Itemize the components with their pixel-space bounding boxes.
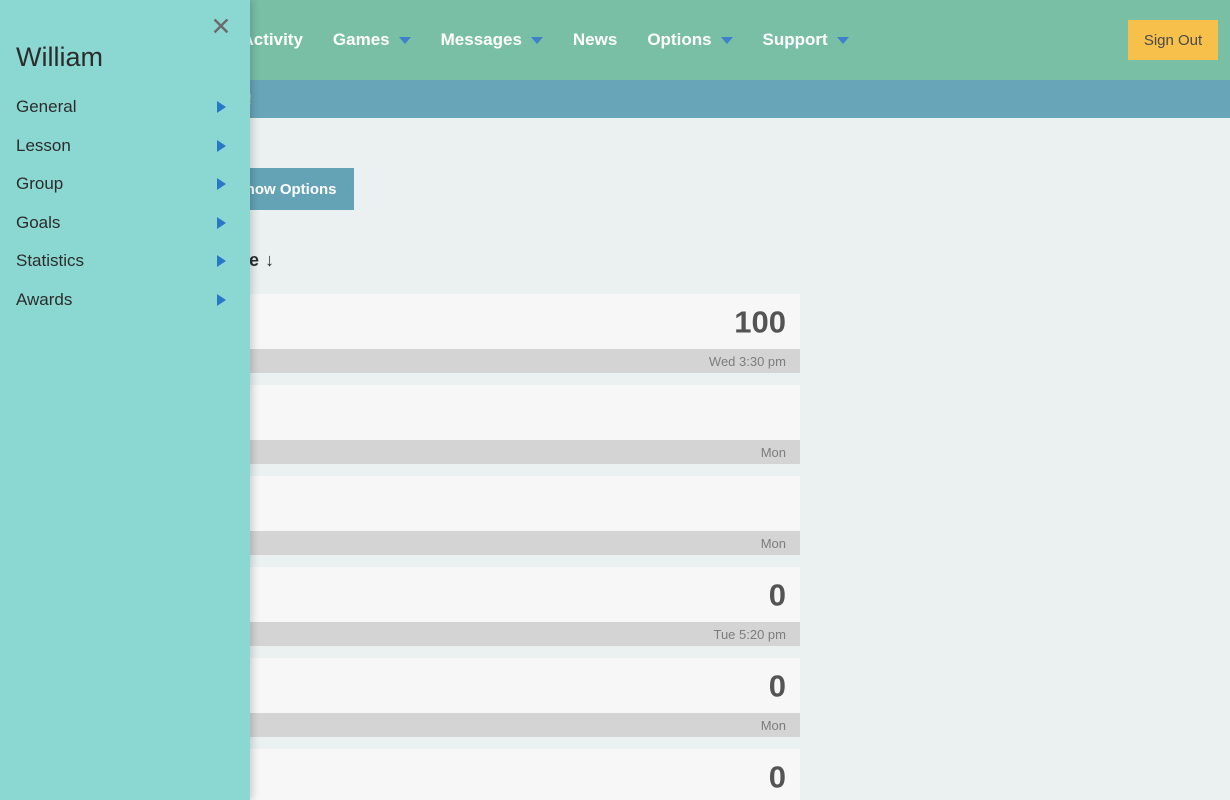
sidebar-item-label: Awards [16, 290, 72, 310]
student-score: 0 [769, 579, 786, 610]
chevron-down-icon [531, 37, 543, 44]
last-active-timestamp: Wed 3:30 pm [709, 354, 786, 369]
sidebar-item-label: Statistics [16, 251, 84, 271]
chevron-right-icon [217, 255, 226, 267]
nav-item-news[interactable]: News [558, 0, 632, 80]
nav-item-label: Activity [242, 30, 303, 50]
chevron-right-icon [217, 101, 226, 113]
last-active-timestamp: Tue 5:20 pm [713, 627, 786, 642]
show-options-label: Show Options [236, 181, 337, 198]
nav-item-support[interactable]: Support [748, 0, 864, 80]
last-active-timestamp: Mon [761, 445, 786, 460]
sidebar-item-awards[interactable]: Awards [0, 281, 250, 320]
chevron-right-icon [217, 140, 226, 152]
nav-item-options[interactable]: Options [632, 0, 747, 80]
sidebar-item-group[interactable]: Group [0, 165, 250, 204]
sidebar-item-label: Goals [16, 213, 60, 233]
student-score: 100 [734, 306, 786, 337]
sidebar-user-name: William [16, 42, 103, 73]
nav-item-label: News [573, 30, 617, 50]
close-icon[interactable]: ✕ [208, 14, 234, 40]
nav-item-label: Options [647, 30, 711, 50]
chevron-right-icon [217, 294, 226, 306]
chevron-right-icon [217, 217, 226, 229]
chevron-down-icon [399, 37, 411, 44]
nav-item-label: Support [763, 30, 828, 50]
chevron-down-icon [837, 37, 849, 44]
user-sidebar-panel: ✕ William General Lesson Group Goals Statist… [0, 0, 250, 800]
sidebar-menu: General Lesson Group Goals Statistics Awards [0, 88, 250, 319]
sidebar-item-label: General [16, 97, 76, 117]
chevron-down-icon [721, 37, 733, 44]
last-active-timestamp: Mon [761, 718, 786, 733]
sidebar-item-general[interactable]: General [0, 88, 250, 127]
chevron-right-icon [217, 178, 226, 190]
app-root: ntsActivityGamesMessagesNewsOptionsSuppo… [0, 0, 1230, 800]
sidebar-item-statistics[interactable]: Statistics [0, 242, 250, 281]
sidebar-item-lesson[interactable]: Lesson [0, 127, 250, 166]
nav-item-games[interactable]: Games [318, 0, 426, 80]
sort-direction-arrow: ↓ [265, 250, 274, 270]
sidebar-item-goals[interactable]: Goals [0, 204, 250, 243]
student-score: 0 [769, 761, 786, 792]
nav-item-label: Games [333, 30, 390, 50]
sidebar-item-label: Group [16, 174, 63, 194]
student-score: 0 [769, 670, 786, 701]
nav-item-label: Messages [441, 30, 522, 50]
last-active-timestamp: Mon [761, 536, 786, 551]
nav-item-messages[interactable]: Messages [426, 0, 558, 80]
sign-out-button[interactable]: Sign Out [1128, 20, 1218, 60]
sidebar-item-label: Lesson [16, 136, 71, 156]
